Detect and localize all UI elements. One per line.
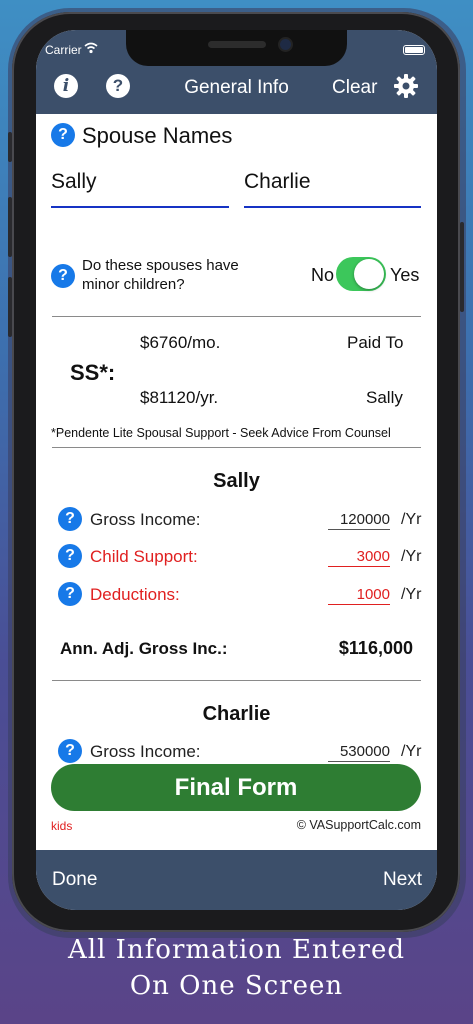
minor-children-toggle[interactable] <box>336 257 386 291</box>
carrier-label: Carrier <box>45 43 82 57</box>
divider <box>52 680 421 681</box>
minor-children-question: Do these spouses have minor children? <box>82 257 239 293</box>
minor-children-help-icon[interactable]: ? <box>51 264 75 288</box>
form-content: ? Spouse Names Sally Charlie ? Do these … <box>36 114 437 850</box>
unit-label: /Yr <box>401 548 422 565</box>
phone-screen: Carrier i ? General Info Clear ? Spouse … <box>36 30 437 910</box>
spouse1-section-title: Sally <box>213 470 260 492</box>
copyright-label: © VASupportCalc.com <box>296 818 421 832</box>
child-support-label: Child Support: <box>90 547 198 566</box>
volume-up-button <box>8 197 12 257</box>
final-form-button[interactable]: Final Form <box>51 764 421 811</box>
unit-label: /Yr <box>401 511 422 528</box>
unit-label: /Yr <box>401 586 422 603</box>
deductions-help-icon[interactable]: ? <box>58 582 82 606</box>
gross-income-label: Gross Income: <box>90 742 201 761</box>
paid-to-label: Paid To <box>347 333 404 352</box>
divider <box>52 447 421 448</box>
spouse1-name-underline <box>51 206 229 208</box>
spouse-names-help-icon[interactable]: ? <box>51 123 75 147</box>
gear-icon[interactable] <box>393 73 419 99</box>
power-button <box>460 222 464 312</box>
support-yearly: $81120/yr. <box>140 388 219 407</box>
toggle-no-label: No <box>311 265 335 285</box>
support-footnote: *Pendente Lite Spousal Support - Seek Ad… <box>51 426 391 440</box>
gross-income-input[interactable]: 120000 <box>328 511 390 530</box>
bottom-toolbar: Done Next <box>36 850 437 910</box>
adjusted-gross-value: $116,000 <box>338 638 413 658</box>
spouse-names-heading: Spouse Names <box>82 123 233 148</box>
spouse2-name-field[interactable]: Charlie <box>244 170 311 194</box>
camera <box>280 39 291 50</box>
caption-line-2: On One Screen <box>129 971 344 1001</box>
volume-down-button <box>8 277 12 337</box>
spouse1-name-field[interactable]: Sally <box>51 170 97 194</box>
toggle-knob <box>354 259 384 289</box>
mute-switch <box>8 132 12 162</box>
gross-income-input[interactable]: 530000 <box>328 743 390 762</box>
gross-income-help-icon[interactable]: ? <box>58 739 82 763</box>
wifi-icon <box>84 42 98 54</box>
notch <box>126 30 347 66</box>
done-button[interactable]: Done <box>52 869 97 891</box>
unit-label: /Yr <box>401 743 422 760</box>
adjusted-gross-label: Ann. Adj. Gross Inc.: <box>60 639 228 658</box>
spouse2-name-underline <box>244 206 421 208</box>
paid-to-value: Sally <box>366 388 403 407</box>
deductions-input[interactable]: 1000 <box>328 586 390 605</box>
caption-line-1: All Information Entered <box>68 935 405 965</box>
battery-icon <box>403 45 425 55</box>
gross-income-help-icon[interactable]: ? <box>58 507 82 531</box>
child-support-input[interactable]: 3000 <box>328 548 390 567</box>
child-support-help-icon[interactable]: ? <box>58 544 82 568</box>
toggle-yes-label: Yes <box>390 265 420 285</box>
speaker <box>208 41 266 48</box>
clear-button[interactable]: Clear <box>332 77 377 99</box>
support-label: SS*: <box>70 360 116 385</box>
kids-label: kids <box>51 819 73 833</box>
deductions-label: Deductions: <box>90 585 180 604</box>
support-monthly: $6760/mo. <box>140 333 221 352</box>
gross-income-label: Gross Income: <box>90 510 201 529</box>
spouse2-section-title: Charlie <box>202 703 271 725</box>
divider <box>52 316 421 317</box>
next-button[interactable]: Next <box>383 869 422 891</box>
